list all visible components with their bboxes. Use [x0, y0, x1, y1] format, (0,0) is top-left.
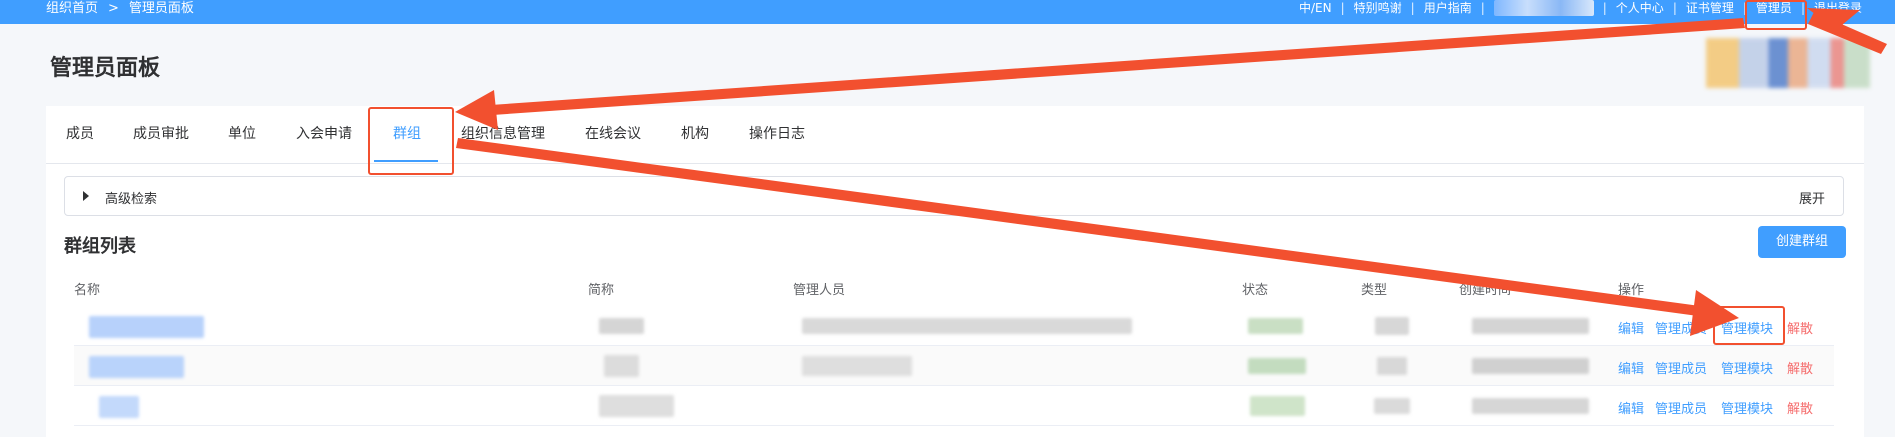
breadcrumb-home[interactable]: 组织首页 [46, 0, 98, 18]
nav-language[interactable]: 中/EN [1290, 0, 1341, 16]
nav-separator: | [1340, 1, 1345, 15]
manage-members-button[interactable]: 管理成员 [1655, 398, 1707, 417]
tab-bar: 成员 成员审批 单位 入会申请 群组 组织信息管理 在线会议 机构 操作日志 [46, 106, 1864, 164]
tab-units[interactable]: 单位 [228, 123, 256, 143]
highlight-manage-modules [1713, 306, 1785, 345]
nav-separator: | [1410, 1, 1415, 15]
advanced-search-label: 高级检索 [105, 192, 158, 207]
avatar[interactable] [1706, 38, 1870, 88]
manage-modules-button[interactable]: 管理模块 [1721, 398, 1773, 417]
table-row: 编辑 管理成员 管理模块 解散 [74, 386, 1834, 426]
nav-thanks[interactable]: 特别鸣谢 [1345, 0, 1411, 16]
column-header-status: 状态 [1242, 283, 1269, 298]
blurred-cell [1374, 398, 1410, 414]
breadcrumb: 组织首页 > 管理员面板 [46, 0, 194, 24]
blurred-cell [1377, 357, 1407, 375]
tab-operation-log[interactable]: 操作日志 [749, 123, 805, 143]
tab-online-meetings[interactable]: 在线会议 [585, 123, 641, 143]
tab-org-info[interactable]: 组织信息管理 [461, 123, 545, 143]
blurred-cell [1472, 318, 1589, 334]
tab-members[interactable]: 成员 [66, 123, 94, 143]
blurred-cell [1472, 398, 1589, 414]
breadcrumb-current: 管理员面板 [128, 1, 194, 16]
blurred-cell [89, 316, 204, 338]
manage-members-button[interactable]: 管理成员 [1655, 358, 1707, 377]
table-header: 名称 简称 管理人员 状态 类型 创建时间 操作 [74, 266, 1834, 306]
page-title: 管理员面板 [50, 56, 161, 81]
nav-separator: | [1602, 1, 1607, 15]
manage-modules-button[interactable]: 管理模块 [1721, 358, 1773, 377]
blurred-cell [604, 355, 639, 377]
column-header-type: 类型 [1361, 283, 1388, 298]
edit-button[interactable]: 编辑 [1618, 318, 1644, 337]
tab-member-approval[interactable]: 成员审批 [133, 123, 189, 143]
main-panel: 成员 成员审批 单位 入会申请 群组 组织信息管理 在线会议 机构 操作日志 高… [46, 106, 1864, 437]
column-header-short-name: 简称 [588, 283, 615, 298]
blurred-cell [599, 395, 674, 417]
column-header-created: 创建时间 [1459, 283, 1512, 298]
blurred-cell [99, 396, 139, 418]
blurred-cell [1250, 396, 1305, 416]
table-row: 编辑 管理成员 管理模块 解散 [74, 346, 1834, 386]
column-header-admins: 管理人员 [793, 283, 846, 298]
nav-separator: | [1480, 1, 1485, 15]
highlight-groups-tab [368, 107, 454, 175]
nav-user-name[interactable] [1485, 0, 1603, 20]
arrow-shaft-2 [476, 18, 1745, 116]
create-group-button[interactable]: 创建群组 [1758, 226, 1846, 258]
highlight-admin-link [1745, 0, 1807, 30]
nav-logout[interactable]: 退出登录 [1805, 0, 1871, 16]
section-title: 群组列表 [64, 236, 136, 257]
blurred-cell [1472, 358, 1589, 374]
dissolve-button[interactable]: 解散 [1787, 318, 1813, 337]
manage-members-button[interactable]: 管理成员 [1655, 318, 1707, 337]
blurred-cell [802, 318, 1132, 334]
chevron-right-icon: > [108, 1, 119, 16]
nav-certificates[interactable]: 证书管理 [1677, 0, 1743, 16]
nav-separator: | [1672, 1, 1677, 15]
blurred-cell [1248, 358, 1306, 374]
edit-button[interactable]: 编辑 [1618, 398, 1644, 417]
table-row: 编辑 管理成员 管理模块 解散 [74, 306, 1834, 346]
blurred-cell [1248, 318, 1303, 334]
nav-personal-center[interactable]: 个人中心 [1607, 0, 1673, 16]
blurred-cell [599, 318, 644, 334]
column-header-name: 名称 [74, 283, 101, 298]
nav-guide[interactable]: 用户指南 [1415, 0, 1481, 16]
dissolve-button[interactable]: 解散 [1787, 358, 1813, 377]
tab-join-requests[interactable]: 入会申请 [296, 123, 352, 143]
dissolve-button[interactable]: 解散 [1787, 398, 1813, 417]
caret-right-icon [83, 191, 89, 201]
blurred-cell [1375, 317, 1409, 335]
advanced-search-bar[interactable]: 高级检索 展开 [64, 176, 1844, 216]
blurred-username [1493, 0, 1594, 16]
blurred-cell [802, 356, 912, 376]
edit-button[interactable]: 编辑 [1618, 358, 1644, 377]
top-bar: 组织首页 > 管理员面板 中/EN | 特别鸣谢 | 用户指南 | | 个人中心… [0, 0, 1895, 24]
expand-button[interactable]: 展开 [1799, 188, 1825, 207]
blurred-cell [89, 356, 184, 378]
column-header-actions: 操作 [1618, 283, 1645, 298]
tab-institutions[interactable]: 机构 [681, 123, 709, 143]
